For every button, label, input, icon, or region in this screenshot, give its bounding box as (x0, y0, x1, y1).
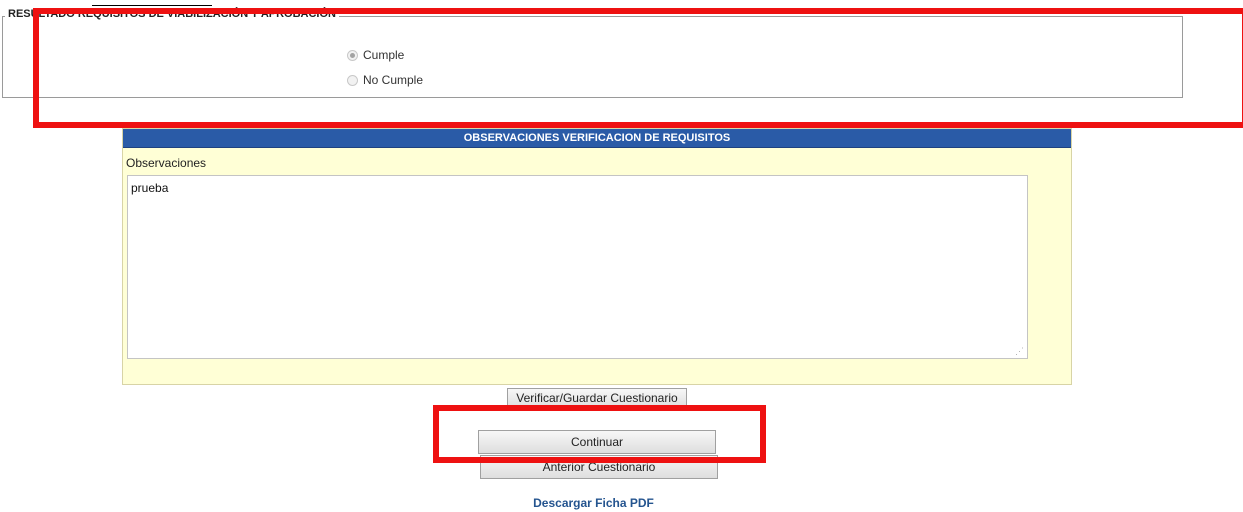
observations-header: OBSERVACIONES VERIFICACION DE REQUISITOS (123, 129, 1071, 148)
radio-option-cumple[interactable]: Cumple (347, 46, 404, 64)
radio-no-cumple-label[interactable]: No Cumple (363, 73, 423, 87)
radio-no-cumple[interactable] (347, 74, 358, 86)
radio-option-no-cumple[interactable]: No Cumple (347, 71, 423, 89)
resize-grip-icon[interactable]: ⋰ (1015, 347, 1024, 356)
continue-button[interactable]: Continuar (478, 430, 716, 454)
previous-questionnaire-button[interactable]: Anterior Cuestionario (480, 455, 718, 479)
result-requirements-legend: RESULTADO REQUISITOS DE VIABILIZACIÓN Y … (5, 8, 339, 20)
verify-save-button[interactable]: Verificar/Guardar Cuestionario (507, 388, 687, 409)
observations-text[interactable]: prueba (131, 181, 168, 195)
result-requirements-fieldset: RESULTADO REQUISITOS DE VIABILIZACIÓN Y … (2, 8, 1183, 98)
radio-cumple-label[interactable]: Cumple (363, 48, 404, 62)
radio-selected-dot-icon (350, 52, 355, 58)
observations-label: Observaciones (126, 156, 207, 170)
download-pdf-link[interactable]: Descargar Ficha PDF (0, 496, 1187, 510)
observations-panel: OBSERVACIONES VERIFICACION DE REQUISITOS… (122, 128, 1072, 385)
observations-textarea[interactable]: prueba ⋰ (127, 175, 1028, 359)
radio-cumple[interactable] (347, 49, 358, 61)
top-underline-link (92, 5, 212, 6)
